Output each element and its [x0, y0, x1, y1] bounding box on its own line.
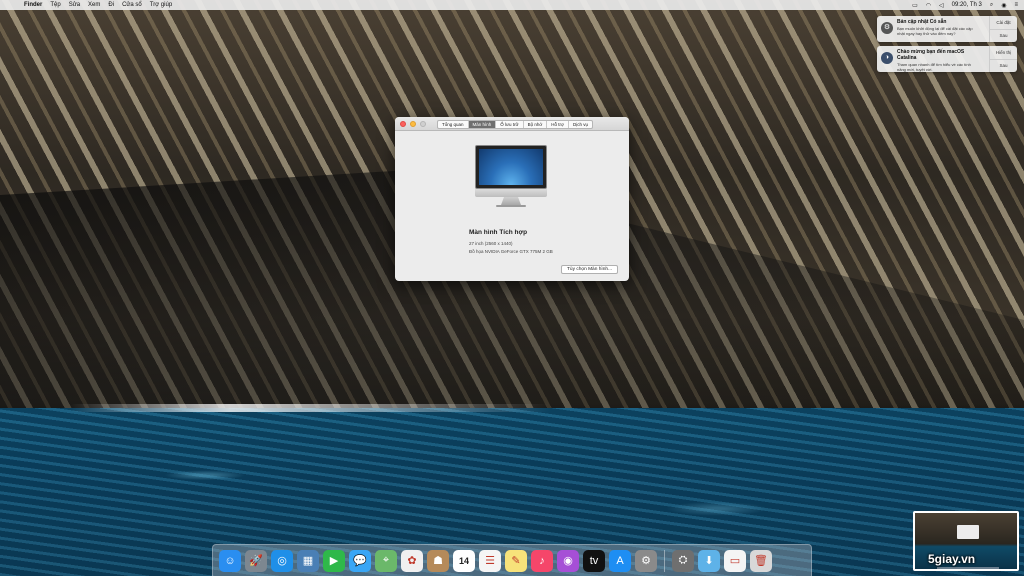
- about-this-mac-window: Tổng quan Màn hình Ổ lưu trữ Bộ nhớ Hỗ t…: [395, 117, 629, 281]
- apple-tv-icon[interactable]: tv: [583, 549, 605, 572]
- notification-welcome[interactable]: ◑ Chào mừng bạn đến macOS Catalina Tham …: [877, 46, 1017, 72]
- menu-edit[interactable]: Sửa: [69, 2, 80, 8]
- tab-overview[interactable]: Tổng quan: [438, 121, 469, 128]
- desktop-wallpaper: [0, 0, 1024, 576]
- maps-icon[interactable]: ⌖: [375, 549, 397, 572]
- software-update-icon: ⚙: [881, 22, 893, 34]
- downloads-folder-icon[interactable]: ⬇: [698, 549, 720, 572]
- reminders-icon[interactable]: ☰: [479, 549, 501, 572]
- finder-icon[interactable]: ☺: [219, 549, 241, 572]
- trash-icon[interactable]: 🗑: [750, 549, 772, 572]
- window-controls: [400, 121, 426, 127]
- window-titlebar[interactable]: Tổng quan Màn hình Ổ lưu trữ Bộ nhớ Hỗ t…: [395, 117, 629, 131]
- dock-separator: [664, 549, 665, 572]
- calendar-icon[interactable]: 14: [453, 549, 475, 572]
- dock: ☺ 🚀 ◎ ▦ ▶ 💬 ⌖ ✿ ☗ 14 ☰ ✎ ♪ ◉ tv A ⚙ ⛭ ⬇ ▭ 🗑: [212, 544, 812, 576]
- notification-center-icon[interactable]: ≡: [1014, 2, 1018, 8]
- tab-storage[interactable]: Ổ lưu trữ: [496, 121, 524, 128]
- install-button[interactable]: Cài đặt: [990, 16, 1017, 29]
- airplay-icon[interactable]: ▭: [912, 2, 918, 9]
- tab-support[interactable]: Hỗ trợ: [547, 121, 569, 128]
- launchpad-icon[interactable]: 🚀: [245, 549, 267, 572]
- maximize-icon[interactable]: [420, 121, 426, 127]
- tab-memory[interactable]: Bộ nhớ: [524, 121, 548, 128]
- tab-displays[interactable]: Màn hình: [468, 121, 497, 128]
- music-icon[interactable]: ♪: [531, 549, 553, 572]
- menu-app-name[interactable]: Finder: [24, 2, 42, 8]
- menu-window[interactable]: Cửa sổ: [122, 2, 142, 8]
- menu-file[interactable]: Tệp: [50, 2, 60, 8]
- system-preferences-icon[interactable]: ⚙: [635, 549, 657, 572]
- safari-icon[interactable]: ◎: [271, 549, 293, 572]
- wifi-icon[interactable]: ◠: [926, 2, 931, 9]
- imac-icon: [475, 145, 547, 207]
- utility-icon[interactable]: ⛭: [672, 549, 694, 572]
- app-store-icon[interactable]: A: [609, 549, 631, 572]
- watermark: 5giay.vn: [928, 552, 976, 566]
- menu-go[interactable]: Đi: [108, 2, 114, 8]
- display-preferences-button[interactable]: Tùy chọn Màn hình...: [561, 265, 619, 274]
- close-icon[interactable]: [400, 121, 406, 127]
- spotlight-icon[interactable]: ⌕: [990, 2, 993, 9]
- notification-title: Chào mừng bạn đến macOS Catalina: [897, 49, 965, 61]
- wallpaper-foam: [70, 404, 550, 412]
- clock[interactable]: 09:20, Th 3: [952, 2, 982, 8]
- menu-view[interactable]: Xem: [88, 2, 100, 8]
- notification-text: Tham quan nhanh để tìm hiểu về các tính …: [897, 62, 971, 72]
- menu-bar-status: ▭ ◠ ◁ 09:20, Th 3 ⌕ ◉ ≡: [912, 2, 1018, 9]
- later-button[interactable]: Sau: [990, 28, 1017, 43]
- tab-service[interactable]: Dịch vụ: [569, 121, 592, 128]
- messages-icon[interactable]: 💬: [349, 549, 371, 572]
- podcasts-icon[interactable]: ◉: [557, 549, 579, 572]
- catalina-icon: ◑: [881, 52, 893, 64]
- notification-text: Bạn muốn khởi động lại để cài đặt các cậ…: [897, 26, 973, 36]
- tab-bar: Tổng quan Màn hình Ổ lưu trữ Bộ nhớ Hỗ t…: [437, 120, 594, 129]
- display-size: 27 inch (2560 x 1440): [469, 241, 513, 246]
- volume-icon[interactable]: ◁: [939, 2, 944, 9]
- notification-title: Bản cập nhật Có sẵn: [897, 19, 947, 25]
- menu-help[interactable]: Trợ giúp: [150, 2, 172, 8]
- minimize-icon[interactable]: [410, 121, 416, 127]
- contacts-icon[interactable]: ☗: [427, 549, 449, 572]
- later-button[interactable]: Sau: [990, 58, 1017, 73]
- graphics-info: Đồ họa NVIDIA GeForce GTX 775M 2 GB: [469, 249, 553, 254]
- siri-icon[interactable]: ◉: [1001, 2, 1006, 9]
- show-button[interactable]: Hiển thị: [990, 46, 1017, 59]
- document-icon[interactable]: ▭: [724, 549, 746, 572]
- facetime-icon[interactable]: ▶: [323, 549, 345, 572]
- photos-icon[interactable]: ✿: [401, 549, 423, 572]
- display-name: Màn hình Tích hợp: [469, 229, 528, 236]
- menu-bar: Finder Tệp Sửa Xem Đi Cửa sổ Trợ giúp ▭ …: [0, 0, 1024, 10]
- photo-viewer-icon[interactable]: ▦: [297, 549, 319, 572]
- window-content: Màn hình Tích hợp 27 inch (2560 x 1440) …: [395, 131, 629, 281]
- notification-update[interactable]: ⚙ Bản cập nhật Có sẵn Bạn muốn khởi động…: [877, 16, 1017, 42]
- notes-icon[interactable]: ✎: [505, 549, 527, 572]
